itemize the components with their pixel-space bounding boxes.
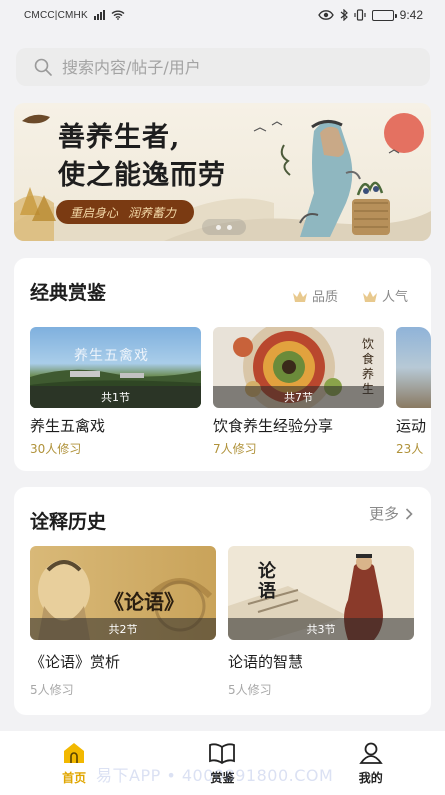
tab-home-label: 首页 xyxy=(62,771,87,785)
status-bar: CMCC|CMHK 9:42 xyxy=(0,0,445,30)
banner-title-line2: 使之能逸而劳 xyxy=(58,160,226,191)
history-item-image-text: 论语 xyxy=(258,561,276,602)
home-icon xyxy=(64,743,85,763)
filter-quality[interactable]: 品质 xyxy=(292,286,338,305)
classics-item-thumbnail[interactable]: 饮食养生 共7节 xyxy=(213,327,384,408)
banner-tag-left: 重启身心 xyxy=(70,205,119,220)
history-item-thumbnail[interactable]: 论语 共3节 xyxy=(228,546,414,640)
book-icon xyxy=(209,743,236,765)
eye-icon xyxy=(317,10,334,20)
crown-icon xyxy=(363,290,377,302)
search-icon xyxy=(34,58,52,76)
history-item-title[interactable]: 论语的智慧 xyxy=(228,651,303,672)
classics-item-learners: 30人修习 xyxy=(30,442,82,456)
lesson-count: 共3节 xyxy=(228,618,414,640)
wifi-icon xyxy=(111,10,125,20)
tab-profile[interactable]: 我的 xyxy=(311,731,431,795)
lesson-count: 共7节 xyxy=(213,386,384,408)
bottom-tab-bar: 首页 赏鉴 我的 xyxy=(0,731,445,795)
user-icon xyxy=(359,742,383,764)
lesson-count: 共1节 xyxy=(30,386,201,408)
banner-tag-right: 润养蓄力 xyxy=(128,205,177,220)
banner-tag: 重启身心 润养蓄力 xyxy=(56,200,195,224)
history-section: 诠释历史 更多 《论语》 共2节 《论语》赏析 5人修习 论语 共3节 论语的智… xyxy=(14,487,431,715)
history-item-learners: 5人修习 xyxy=(30,683,74,697)
tab-profile-label: 我的 xyxy=(358,771,383,785)
vibrate-icon xyxy=(354,9,366,21)
promo-banner[interactable]: 善养生者, 使之能逸而劳 重启身心 润养蓄力 xyxy=(14,103,431,241)
carrier-label: CMCC|CMHK xyxy=(24,9,88,21)
tab-appreciate[interactable]: 赏鉴 xyxy=(162,731,282,795)
filter-popularity-label: 人气 xyxy=(382,290,409,305)
history-item-thumbnail[interactable]: 《论语》 共2节 xyxy=(30,546,216,640)
classics-item-thumbnail[interactable] xyxy=(396,327,431,408)
lesson-count: 共2节 xyxy=(30,618,216,640)
classics-item-thumbnail[interactable]: 养生五禽戏 共1节 xyxy=(30,327,201,408)
classics-item-image-text: 养生五禽戏 xyxy=(74,348,149,364)
history-item-learners: 5人修习 xyxy=(228,683,272,697)
classics-item-title[interactable]: 养生五禽戏 xyxy=(30,415,105,436)
carousel-indicator[interactable] xyxy=(202,219,246,235)
filter-popularity[interactable]: 人气 xyxy=(362,286,408,305)
classics-item-title[interactable]: 饮食养生经验分享 xyxy=(213,415,333,436)
chevron-right-icon xyxy=(405,507,413,520)
crown-icon xyxy=(293,290,307,302)
more-link[interactable]: 更多 xyxy=(369,503,413,524)
search-bar[interactable] xyxy=(16,48,430,86)
classics-item-partial[interactable]: 运动 23人 xyxy=(396,327,431,467)
classics-item-learners: 23人 xyxy=(396,442,424,456)
classics-section: 经典赏鉴 品质 人气 养生五禽戏 共1节 养生五禽戏 30人修习 饮食养 共7节… xyxy=(14,258,431,471)
battery-icon xyxy=(371,9,397,21)
history-item-title[interactable]: 《论语》赏析 xyxy=(30,651,120,672)
signal-icon xyxy=(93,10,105,20)
classics-title: 经典赏鉴 xyxy=(30,282,107,304)
classics-item-learners: 7人修习 xyxy=(213,442,257,456)
classics-item-title[interactable]: 运动 xyxy=(396,415,426,436)
search-input[interactable] xyxy=(62,57,382,77)
bluetooth-icon xyxy=(340,9,348,21)
history-item-image-text: 《论语》 xyxy=(104,590,184,614)
clock: 9:42 xyxy=(399,8,423,22)
more-label: 更多 xyxy=(368,505,399,523)
history-title: 诠释历史 xyxy=(30,511,107,533)
banner-title-line1: 善养生者, xyxy=(58,122,181,153)
tab-appreciate-label: 赏鉴 xyxy=(210,771,235,785)
filter-quality-label: 品质 xyxy=(312,290,339,305)
tab-home[interactable]: 首页 xyxy=(14,731,134,795)
